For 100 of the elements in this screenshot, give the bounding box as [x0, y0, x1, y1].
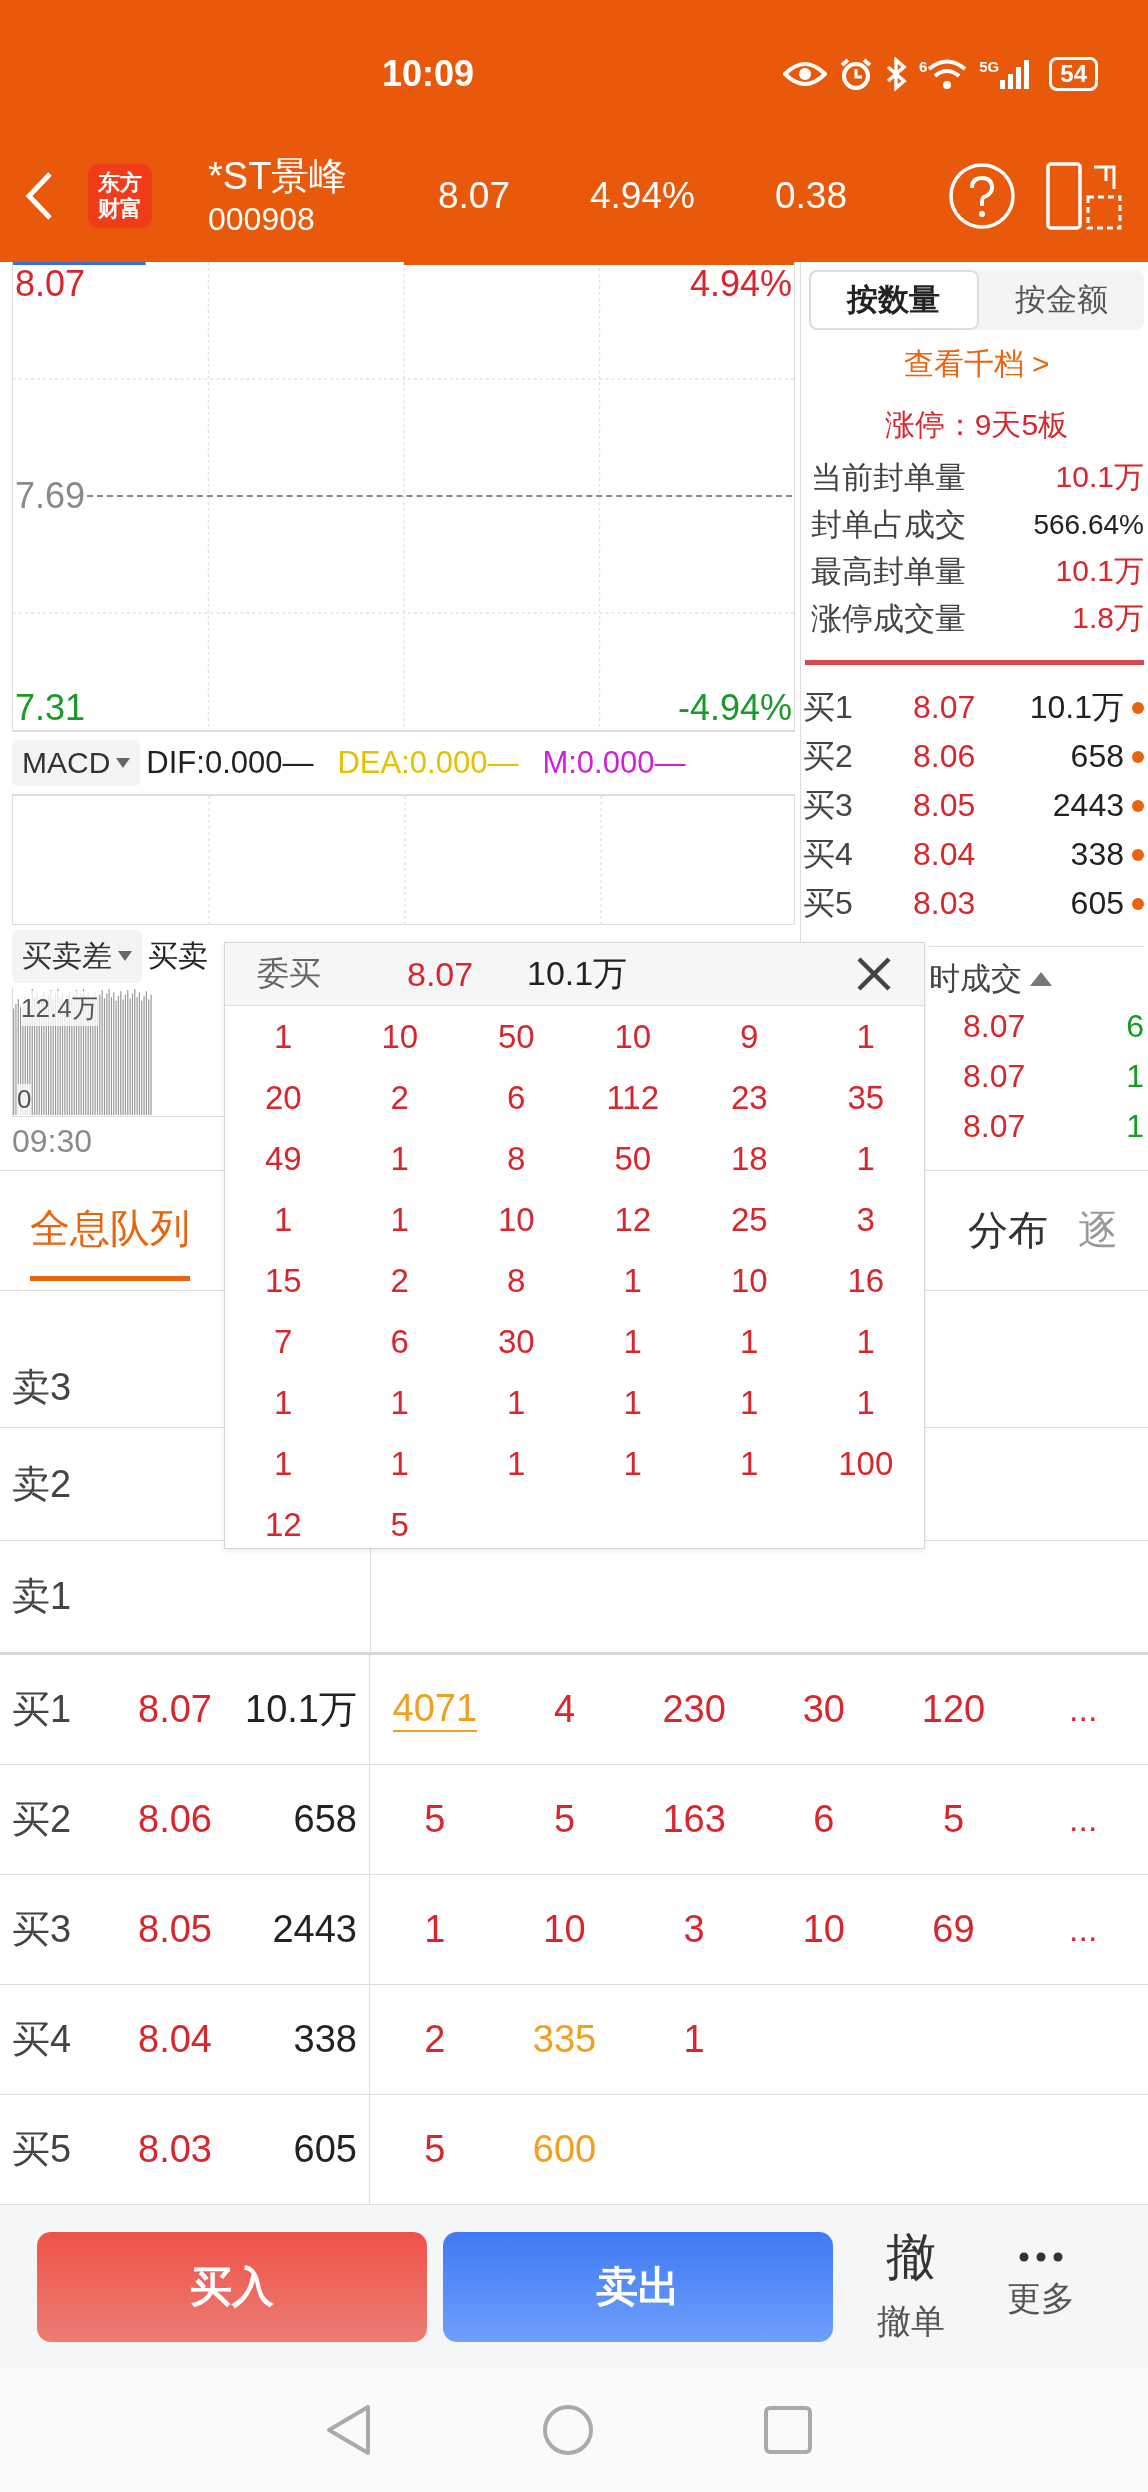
cancel-order-button[interactable]: 撤 撤单 [859, 2221, 963, 2352]
order-size[interactable]: 6 [813, 1798, 835, 1841]
order-size: 9 [739, 1017, 760, 1056]
help-icon[interactable] [948, 162, 1016, 230]
home-icon[interactable] [542, 2404, 594, 2456]
dot-icon [1132, 701, 1144, 714]
order-size[interactable]: 4 [553, 1688, 576, 1731]
level-label: 买1 [11, 1687, 73, 1732]
more-orders[interactable]: ... [1069, 1800, 1098, 1839]
level-volume: 338 [292, 2018, 358, 2061]
more-button[interactable]: 更多 [989, 2221, 1093, 2352]
more-orders[interactable]: ... [1069, 1910, 1098, 1949]
more-orders[interactable]: ... [1069, 1690, 1098, 1729]
stock-code: 000908 [208, 200, 316, 239]
order-size: 1 [622, 1383, 643, 1422]
battery-indicator: 54 [1049, 57, 1098, 91]
order-size: 8 [506, 1139, 527, 1178]
limit-up-info: 涨停：9天5板 [883, 407, 1070, 443]
high-percent-label: 4.94% [689, 262, 792, 306]
order-size: 1 [739, 1322, 760, 1361]
queue-tab[interactable]: 分布 [968, 1183, 1048, 1278]
indicator-dropdown[interactable]: MACD [12, 740, 141, 786]
order-size[interactable]: 120 [921, 1688, 986, 1731]
order-size: 12 [613, 1200, 653, 1239]
trade-price: 8.07 [963, 1107, 1026, 1145]
order-size[interactable]: 1 [424, 1908, 446, 1951]
order-size: 1 [273, 1383, 294, 1422]
level-volume: 605 [1069, 885, 1124, 922]
order-size[interactable]: 163 [662, 1798, 726, 1841]
order-size: 1 [389, 1444, 410, 1483]
wifi-icon [927, 58, 968, 90]
order-size: 35 [846, 1078, 886, 1117]
wifi-standard-label: 6 [918, 58, 928, 75]
order-size: 1 [273, 1200, 294, 1239]
stat-value: 1.8万 [1072, 600, 1144, 636]
depth-link[interactable]: 查看千档 > [809, 344, 1144, 385]
recent-apps-icon[interactable] [764, 2406, 812, 2454]
split-screen-icon[interactable] [1046, 161, 1122, 231]
sort-up-icon[interactable] [1030, 972, 1052, 986]
order-size: 1 [855, 1383, 876, 1422]
back-icon[interactable] [24, 171, 54, 221]
trade-volume: 6 [1126, 1007, 1144, 1045]
order-size[interactable]: 69 [932, 1908, 975, 1951]
indicator-dropdown[interactable]: 买卖差 [12, 929, 142, 983]
dot-icon [1132, 897, 1144, 910]
level-label: 买3 [11, 1907, 73, 1952]
close-icon[interactable] [856, 956, 892, 992]
status-time: 10:09 [382, 53, 475, 95]
stat-label: 涨停成交量 [811, 599, 966, 638]
order-size: 6 [506, 1078, 527, 1117]
change-percent: 4.94% [590, 175, 696, 217]
back-icon[interactable] [326, 2404, 372, 2456]
network-label: 5G [979, 58, 1000, 75]
level-volume: 605 [292, 2128, 358, 2171]
queue-tab[interactable]: 全息队列 [30, 1180, 190, 1281]
buy-button[interactable]: 买入 [37, 2231, 427, 2342]
level-label: 买3 [803, 785, 854, 825]
order-size[interactable]: 10 [802, 1908, 845, 1951]
order-size: 1 [506, 1383, 527, 1422]
level-volume: 2443 [1051, 787, 1124, 824]
queue-tab[interactable]: 逐 [1078, 1183, 1118, 1278]
mode-tab[interactable]: 按数量 [809, 270, 979, 330]
order-size: 16 [846, 1261, 886, 1300]
dot-icon [1132, 799, 1144, 812]
level-label: 买1 [803, 687, 854, 727]
stat-value: 10.1万 [1055, 553, 1144, 589]
dot-icon [1132, 750, 1144, 763]
time-label: 09:30 [12, 1122, 93, 1161]
stat-value: 566.64% [1033, 508, 1144, 541]
trade-price: 8.07 [963, 1057, 1026, 1095]
level-label: 买2 [11, 1797, 73, 1842]
app-logo: 东方 财富 [88, 164, 152, 228]
level-label: 卖1 [11, 1575, 72, 1617]
order-size: 1 [506, 1444, 527, 1483]
mode-tab[interactable]: 按金额 [978, 270, 1144, 330]
order-size: 10 [613, 1017, 653, 1056]
level-label: 买4 [803, 834, 854, 874]
level-label: 买5 [11, 2127, 73, 2172]
order-size: 6 [389, 1322, 410, 1361]
order-size[interactable]: 5 [942, 1798, 965, 1841]
order-size[interactable]: 5 [424, 1798, 446, 1841]
axis-min-label: 0 [17, 1084, 32, 1115]
order-size[interactable]: 1 [683, 2018, 705, 2061]
order-size[interactable]: 10 [543, 1908, 586, 1951]
order-size[interactable]: 30 [802, 1688, 845, 1731]
level-price: 8.07 [138, 1688, 213, 1731]
order-size[interactable]: 2 [424, 2018, 446, 2061]
order-size[interactable]: 3 [683, 1908, 705, 1951]
order-size: 1 [622, 1261, 643, 1300]
order-size[interactable]: 230 [662, 1688, 726, 1731]
order-size[interactable]: 5 [424, 2128, 446, 2171]
order-size: 1 [739, 1383, 760, 1422]
order-size[interactable]: 5 [553, 1798, 576, 1841]
sell-button[interactable]: 卖出 [443, 2231, 833, 2342]
high-price-label: 8.07 [15, 262, 86, 306]
order-size: 30 [496, 1322, 536, 1361]
order-size: 1 [855, 1017, 876, 1056]
order-size: 50 [613, 1139, 653, 1178]
order-size: 10 [729, 1261, 769, 1300]
level-volume: 338 [1069, 836, 1124, 873]
